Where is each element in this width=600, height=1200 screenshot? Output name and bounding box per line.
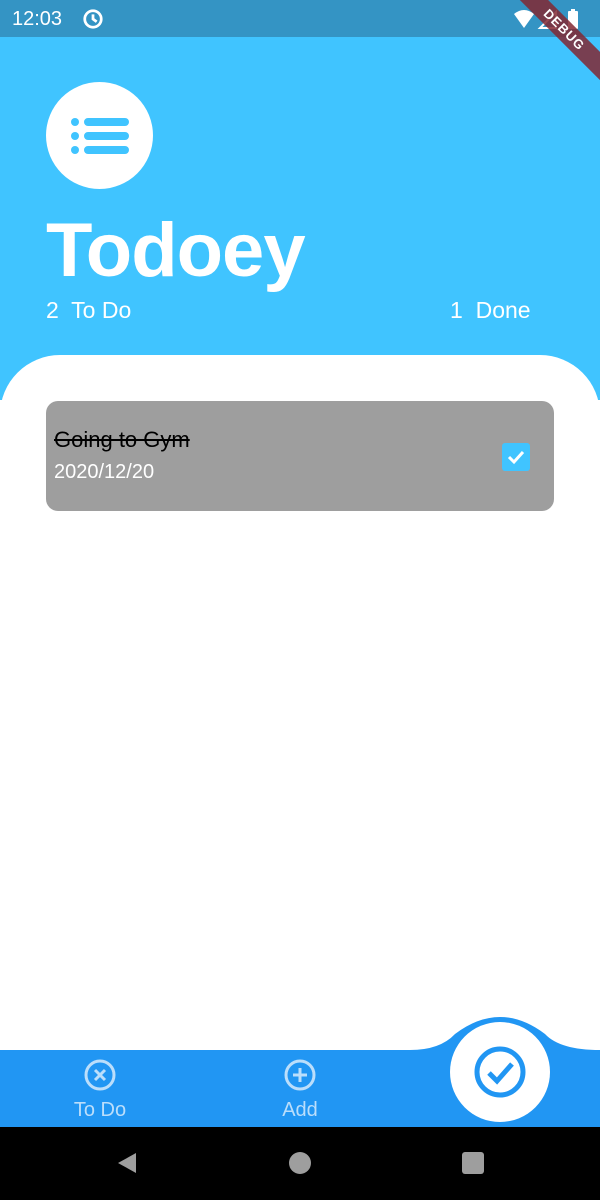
status-time: 12:03 <box>12 8 63 30</box>
todo-count-value: 2 <box>46 297 59 323</box>
check-icon <box>507 450 525 465</box>
add-circle-icon <box>284 1059 316 1091</box>
todo-count: 2 To Do <box>46 297 131 324</box>
close-circle-icon <box>84 1059 116 1091</box>
done-count-value: 1 <box>450 297 463 323</box>
nav-add-label: Add <box>282 1099 318 1121</box>
done-count: 1 Done <box>450 297 531 324</box>
home-icon[interactable] <box>287 1150 313 1176</box>
nav-todo[interactable]: To Do <box>40 1058 160 1122</box>
logo-circle <box>46 82 153 189</box>
list-icon <box>70 117 129 154</box>
todo-count-label: To Do <box>71 297 132 323</box>
task-list: Going to Gym 2020/12/20 <box>0 355 600 1055</box>
android-nav-bar <box>0 1127 600 1200</box>
task-title: Going to Gym <box>54 427 190 452</box>
debug-banner: DEBUG <box>510 0 600 90</box>
nav-todo-label: To Do <box>73 1099 127 1121</box>
page-title: Todoey <box>46 208 306 293</box>
back-icon[interactable] <box>114 1150 140 1176</box>
task-date: 2020/12/20 <box>54 461 155 483</box>
recents-icon[interactable] <box>460 1150 486 1176</box>
check-circle-icon <box>474 1046 526 1098</box>
done-fab-button[interactable] <box>450 1022 550 1122</box>
header: Todoey 2 To Do 1 Done <box>0 37 600 400</box>
nav-add[interactable]: Add <box>240 1058 360 1122</box>
task-checkbox[interactable] <box>502 443 530 471</box>
sync-icon <box>83 9 103 29</box>
done-count-label: Done <box>475 297 531 323</box>
list-item[interactable]: Going to Gym 2020/12/20 <box>46 401 554 511</box>
